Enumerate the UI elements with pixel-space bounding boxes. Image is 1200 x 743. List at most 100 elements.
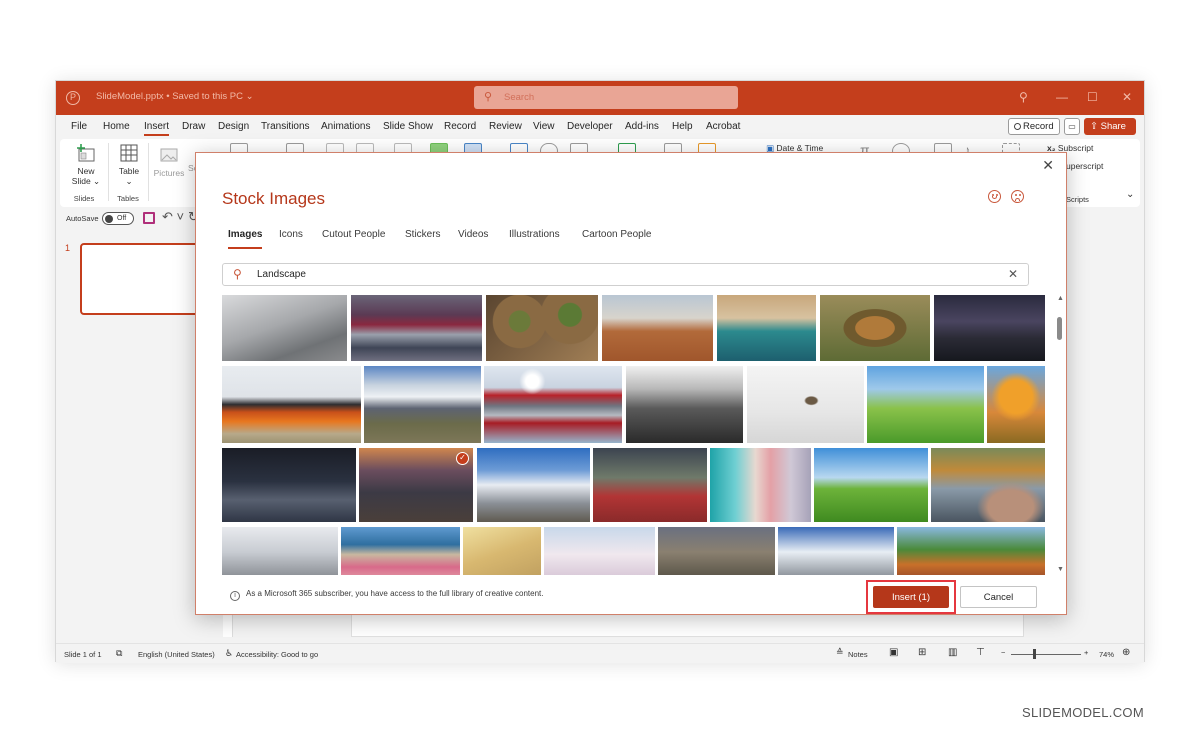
image-tile[interactable] [484,366,622,443]
zoom-level[interactable]: 74% [1099,650,1114,659]
smiley-feedback-icon[interactable] [988,190,1001,203]
image-tile[interactable] [658,527,775,575]
image-tile[interactable] [987,366,1045,443]
share-button[interactable]: ⇪ Share ⌄ [1084,118,1136,149]
lightbulb-icon[interactable]: ⚲ [1019,90,1028,104]
image-tile[interactable] [222,527,338,575]
watermark: SLIDEMODEL.COM [1022,705,1144,720]
slide-canvas[interactable] [351,613,1024,637]
image-tile[interactable] [222,295,347,361]
zoom-slider-thumb[interactable] [1033,649,1036,659]
image-tile[interactable] [820,295,930,361]
image-tile[interactable] [934,295,1045,361]
tab-animations[interactable]: Animations [321,121,370,132]
clear-search-button[interactable]: ✕ [1008,267,1018,281]
autosave-toggle[interactable]: Off [102,212,134,225]
image-tile[interactable] [341,527,460,575]
table-button[interactable]: Table ⌄ [114,143,144,187]
fit-to-window-icon[interactable]: ⊕ [1122,647,1130,658]
language[interactable]: English (United States) [138,650,215,659]
image-tile[interactable] [747,366,864,443]
zoom-slider-track[interactable] [1011,654,1081,655]
image-tile[interactable] [351,295,482,361]
scrollbar-thumb[interactable] [1057,317,1062,340]
undo-icon[interactable]: ↶ ˅ [162,209,184,225]
insert-button[interactable]: Insert (1) [873,586,949,608]
search-placeholder: Search [504,92,535,103]
accessibility-status[interactable]: Accessibility: Good to go [236,650,318,659]
dialog-tab-videos[interactable]: Videos [458,229,488,240]
save-icon[interactable] [143,212,155,224]
image-tile[interactable] [778,527,894,575]
dialog-tab-cutout-people[interactable]: Cutout People [322,229,385,240]
tab-help[interactable]: Help [672,121,693,132]
minimize-button[interactable]: — [1056,90,1068,104]
scroll-up-icon[interactable]: ▲ [1057,295,1064,302]
tab-design[interactable]: Design [218,121,249,132]
document-title[interactable]: SlideModel.pptx • Saved to this PC ⌄ [96,91,254,102]
tab-transitions[interactable]: Transitions [261,121,310,132]
image-tile[interactable] [222,366,361,443]
tab-file[interactable]: File [71,121,87,132]
image-tile[interactable] [486,295,598,361]
slide-thumbnail[interactable] [80,243,210,315]
image-tile[interactable] [477,448,590,522]
image-tile[interactable] [544,527,655,575]
title-search-box[interactable]: ⚲ Search [474,86,738,109]
zoom-in-button[interactable]: + [1084,648,1088,657]
image-tile[interactable] [867,366,984,443]
table-label: Table [118,166,140,176]
dialog-tab-illustrations[interactable]: Illustrations [509,229,560,240]
image-tile[interactable] [463,527,541,575]
comments-button[interactable]: ▭ [1064,118,1080,135]
normal-view-icon[interactable]: ▣ [889,647,898,658]
tab-add-ins[interactable]: Add-ins [625,121,659,132]
close-dialog-button[interactable]: ✕ [1042,157,1054,174]
tab-acrobat[interactable]: Acrobat [706,121,740,132]
screenshot: P SlideModel.pptx • Saved to this PC ⌄ ⚲… [0,0,1200,743]
image-tile[interactable] [222,448,356,522]
tab-home[interactable]: Home [103,121,130,132]
close-window-button[interactable]: ✕ [1122,90,1132,104]
slideshow-icon[interactable]: ⊤ [976,647,985,658]
dialog-tab-cartoon-people[interactable]: Cartoon People [582,229,652,240]
tab-slide-show[interactable]: Slide Show [383,121,433,132]
ribbon-collapse-icon[interactable]: ⌄ [1126,189,1134,200]
image-tile[interactable] [717,295,816,361]
tab-review[interactable]: Review [489,121,522,132]
tab-developer[interactable]: Developer [567,121,613,132]
results-scrollbar[interactable]: ▲ ▼ [1056,295,1064,573]
record-button[interactable]: Record [1008,118,1060,135]
slide-sorter-icon[interactable]: ⊞ [918,647,926,658]
new-slide-button[interactable]: New Slide ⌄ [68,143,104,187]
image-tile[interactable]: ✓ [359,448,473,522]
image-tile[interactable] [364,366,481,443]
image-tile[interactable] [626,366,743,443]
cancel-button[interactable]: Cancel [960,586,1037,608]
image-tile[interactable] [931,448,1045,522]
maximize-button[interactable]: ☐ [1087,90,1098,104]
image-tile[interactable] [602,295,713,361]
dialog-tab-icons[interactable]: Icons [279,229,303,240]
image-tile[interactable] [897,527,1045,575]
notes-button[interactable]: Notes [848,650,868,659]
superscript-button[interactable]: uperscript [1066,161,1103,171]
dialog-tab-images[interactable]: Images [228,229,263,249]
zoom-out-button[interactable]: − [1001,648,1005,657]
spell-check-icon[interactable]: ⧉ [116,648,122,659]
tab-draw[interactable]: Draw [182,121,205,132]
reading-view-icon[interactable]: ▥ [948,647,957,658]
pictures-button[interactable]: Pictures [152,145,186,178]
tab-insert[interactable]: Insert [144,121,170,136]
image-tile[interactable] [710,448,811,522]
new-slide-icon [77,144,95,162]
image-tile[interactable] [593,448,707,522]
stock-search-input[interactable] [257,266,957,283]
image-tile[interactable] [814,448,928,522]
dialog-tab-stickers[interactable]: Stickers [405,229,441,240]
scroll-down-icon[interactable]: ▼ [1057,566,1064,573]
search-icon: ⚲ [233,267,242,281]
tab-record[interactable]: Record [444,121,476,132]
tab-view[interactable]: View [533,121,555,132]
frown-feedback-icon[interactable] [1011,190,1024,203]
